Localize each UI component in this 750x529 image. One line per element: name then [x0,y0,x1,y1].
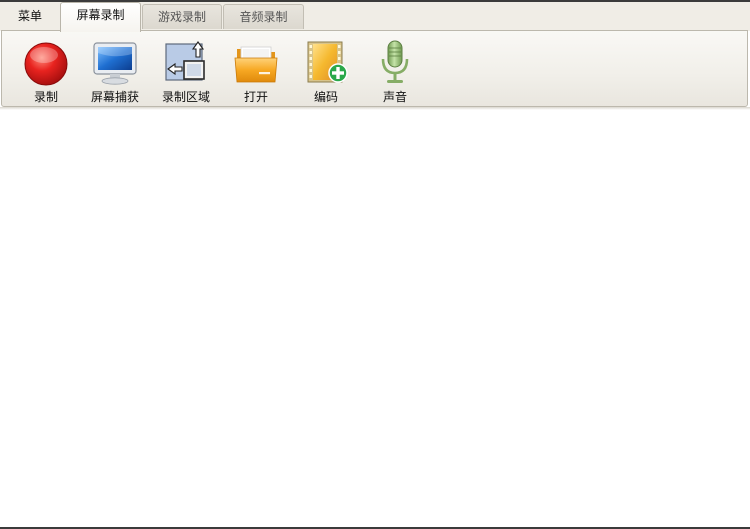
screen-capture-label: 屏幕捕获 [90,90,139,104]
record-region-button[interactable]: 录制区域 [155,35,217,104]
open-label: 打开 [243,90,268,104]
tab-bar: 菜单 屏幕录制 游戏录制 音频录制 [0,2,750,32]
encode-label: 编码 [313,90,338,104]
app-window: 菜单 屏幕录制 游戏录制 音频录制 录制 屏幕捕获 录制区域 打开 编码 声音 [0,0,750,529]
region-select-icon [165,41,205,81]
ribbon-divider [0,107,750,110]
screen-capture-button[interactable]: 屏幕捕获 [84,35,146,104]
monitor-icon [93,42,137,85]
open-button[interactable]: 打开 [225,35,287,104]
tab-game-record[interactable]: 游戏录制 [142,4,222,29]
tab-menu[interactable]: 菜单 [5,4,55,29]
record-icon [24,42,68,86]
microphone-icon [381,40,409,83]
sound-label: 声音 [382,90,407,104]
record-label: 录制 [33,90,58,104]
record-region-label: 录制区域 [161,90,210,104]
record-button[interactable]: 录制 [15,35,77,104]
film-add-icon [307,41,348,83]
tab-audio-record[interactable]: 音频录制 [223,4,304,29]
ribbon-toolbar: 录制 屏幕捕获 录制区域 打开 编码 声音 [1,30,748,107]
sound-button[interactable]: 声音 [364,35,426,104]
folder-icon [234,46,278,83]
tab-screen-record[interactable]: 屏幕录制 [60,2,141,32]
encode-button[interactable]: 编码 [295,35,357,104]
